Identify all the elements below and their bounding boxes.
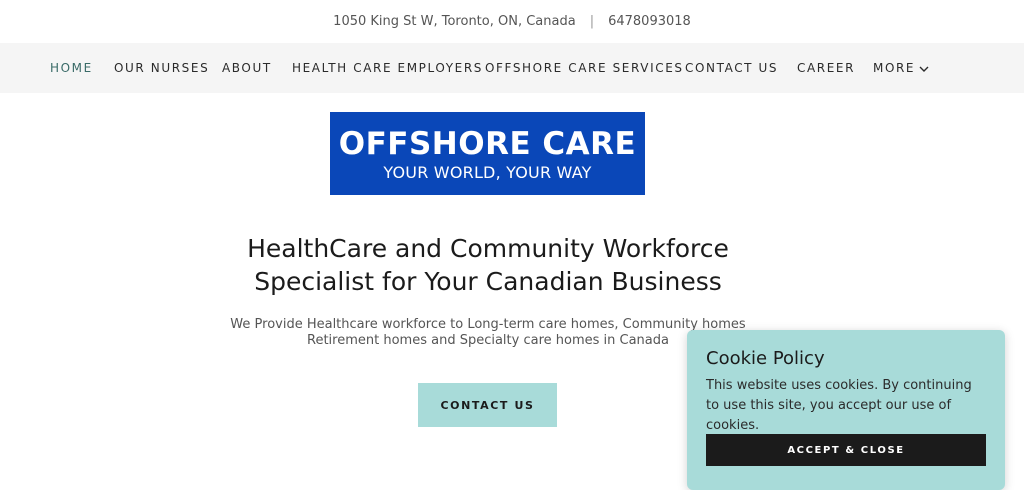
nav-item-our-nurses[interactable]: OUR NURSES [114,43,209,93]
hero-subtext-line2: Retirement homes and Specialty care home… [307,333,669,348]
main-nav: HOME OUR NURSES ABOUT HEALTH CARE EMPLOY… [0,43,1024,93]
logo-tagline: YOUR WORLD, YOUR WAY [383,163,592,182]
nav-item-about[interactable]: ABOUT [222,43,272,93]
contact-us-button[interactable]: CONTACT US [418,383,557,427]
offshore-care-logo[interactable]: OFFSHORE CARE YOUR WORLD, YOUR WAY [330,112,645,195]
accept-close-button[interactable]: ACCEPT & CLOSE [706,434,986,466]
phone-link[interactable]: 6478093018 [608,14,691,29]
hero-subtext: We Provide Healthcare workforce to Long-… [208,317,768,349]
logo-title: OFFSHORE CARE [338,126,637,162]
nav-item-offshore-care-services[interactable]: OFFSHORE CARE SERVICES [485,43,684,93]
cookie-text: This website uses cookies. By continuing… [706,378,972,433]
nav-item-contact-us[interactable]: CONTACT US [685,43,778,93]
hero-headline-line1: HealthCare and Community Workforce [247,234,729,263]
cookie-policy-banner: Cookie Policy This website uses cookies.… [687,330,1005,490]
hero-headline-line2: Specialist for Your Canadian Business [254,267,722,296]
address-text[interactable]: 1050 King St W, Toronto, ON, Canada [333,14,576,29]
chevron-down-icon [919,44,929,94]
nav-item-health-care-employers[interactable]: HEALTH CARE EMPLOYERS [292,43,483,93]
nav-item-more[interactable]: MORE [873,43,929,93]
hero-headline: HealthCare and Community Workforce Speci… [180,232,796,298]
cookie-title: Cookie Policy [706,348,825,369]
nav-item-career[interactable]: CAREER [797,43,855,93]
hero-subtext-line1: We Provide Healthcare workforce to Long-… [230,317,746,332]
separator: | [589,14,595,29]
top-info-bar: 1050 King St W, Toronto, ON, Canada | 64… [0,0,1024,43]
nav-item-more-label: MORE [873,61,916,75]
nav-item-home[interactable]: HOME [50,43,93,93]
